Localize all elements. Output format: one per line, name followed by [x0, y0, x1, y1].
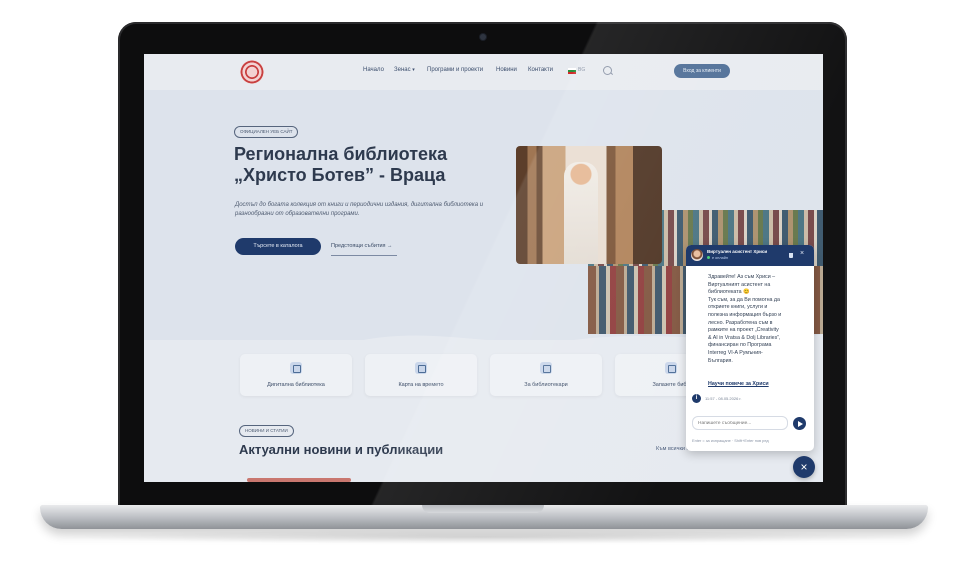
message-line: България.	[708, 357, 733, 364]
message-line: Здравейте! Аз съм Хриси –	[708, 274, 776, 280]
send-icon[interactable]	[793, 417, 806, 430]
monitor-icon	[665, 362, 677, 374]
chat-header: Виртуален асистент Хриси е онлайн ×	[686, 245, 814, 266]
nav-item-contacts[interactable]: Контакти	[528, 67, 553, 73]
laptop-notch	[422, 505, 544, 513]
librarian-figure	[564, 162, 598, 264]
nav-item-about[interactable]: Зенас ▾	[394, 67, 415, 73]
official-site-badge: ОФИЦИАЛЕН УЕБ САЙТ	[234, 126, 299, 138]
feature-label: Дигитална библиотека	[267, 382, 325, 388]
learn-more-link[interactable]: Научи повече за Хриси	[708, 381, 769, 387]
nav-item-home[interactable]: Начало	[363, 67, 384, 73]
message-line: Interreg VI-A Румъния-	[708, 349, 763, 356]
chat-widget: Виртуален асистент Хриси е онлайн × Здра…	[686, 245, 814, 451]
news-card-strip	[247, 478, 351, 482]
title-line-2: „Христо Ботев” - Враца	[234, 165, 446, 185]
news-badge: НОВИНИ И СТАТИИ	[239, 425, 294, 437]
input-hint: Enter = за изпращане · Shift+Enter нов р…	[692, 438, 769, 443]
online-status: е онлайн	[707, 256, 728, 260]
chat-message: Здравейте! Аз съм Хриси – Виртуалният ас…	[708, 274, 808, 365]
feature-card-digital-library[interactable]: Дигитална библиотека	[240, 354, 352, 396]
feature-label: Карта на времето	[398, 382, 444, 388]
login-button[interactable]: Вход за клиенти	[674, 64, 730, 78]
search-catalog-button[interactable]: Търсете в каталога	[235, 238, 321, 255]
history-icon	[415, 362, 427, 374]
book-icon	[290, 362, 302, 374]
site-header: Начало Зенас ▾ Програми и проекти Новини…	[144, 54, 823, 91]
message-line: Тук съм, за да Ви помогна да	[708, 296, 780, 303]
calendar-icon	[540, 362, 552, 374]
search-icon[interactable]	[603, 66, 612, 75]
page-title: Регионална библиотека „Христо Ботев” - В…	[234, 144, 564, 186]
message-line: библиотеката 😊	[708, 289, 750, 296]
message-line: рамките на проект „Creativity	[708, 327, 779, 334]
news-section-title: Актуални новини и публикации	[239, 442, 444, 457]
chevron-down-icon: ▾	[412, 67, 415, 73]
chat-message-input[interactable]	[692, 416, 788, 430]
chat-close-button[interactable]: ×	[793, 456, 815, 478]
trash-icon[interactable]	[789, 253, 793, 258]
arrow-right-icon: →	[387, 243, 393, 249]
avatar	[691, 249, 703, 261]
language-selector[interactable]: BG	[578, 67, 585, 73]
message-timestamp: 11:57 - 08.05.2026 г.	[705, 396, 742, 401]
library-logo[interactable]	[240, 60, 264, 84]
upcoming-events-link[interactable]: Предстоящи събития →	[331, 238, 397, 256]
laptop-shadow	[60, 530, 908, 544]
nav-item-programs[interactable]: Програми и проекти	[427, 67, 483, 73]
message-line: полезна информация бързо и	[708, 311, 782, 318]
webcam-icon	[480, 34, 486, 40]
message-line: & AI in Vratsa & Dolj Libraries”,	[708, 334, 781, 341]
hero-description: Достъп до богата колекция от книги и пер…	[235, 202, 484, 217]
feature-card-time-map[interactable]: Карта на времето	[365, 354, 477, 396]
message-line: откриете книги, услуги и	[708, 304, 768, 311]
feature-label: За библиотекари	[524, 382, 568, 388]
info-icon: i	[692, 394, 701, 403]
title-line-1: Регионална библиотека	[234, 144, 448, 164]
chat-title: Виртуален асистент Хриси	[707, 249, 768, 254]
message-line: лесно. Разработена съм в	[708, 319, 773, 326]
close-icon[interactable]: ×	[800, 250, 804, 258]
message-line: финансиран по Програма	[708, 342, 772, 349]
nav-item-news[interactable]: Новини	[496, 67, 517, 73]
feature-card-librarians[interactable]: За библиотекари	[490, 354, 602, 396]
bulgarian-flag-icon[interactable]	[568, 68, 576, 74]
